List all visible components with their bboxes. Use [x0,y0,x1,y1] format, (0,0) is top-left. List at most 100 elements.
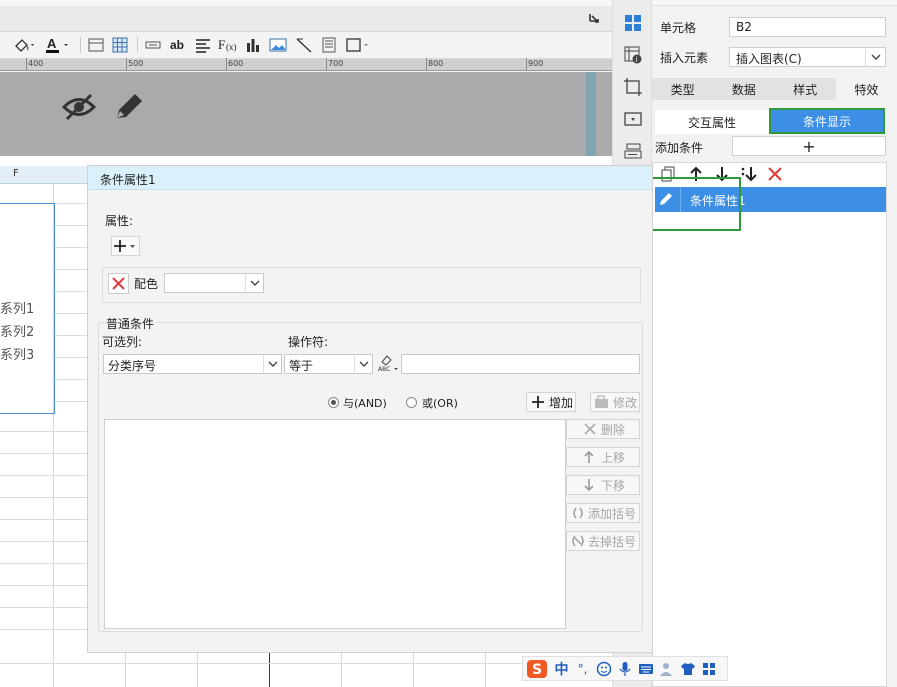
operator-select[interactable]: 等于 [284,354,373,374]
dialog-title-bar: 条件属性1 [88,166,652,190]
border-icon[interactable] [87,34,105,56]
close-icon [584,423,596,435]
ruler-tick: 500 [128,59,144,68]
tab-conditional-display[interactable]: 条件显示 [769,108,885,134]
cell-field[interactable]: B2 [729,17,886,37]
align-icon[interactable] [194,34,212,56]
frame-icon[interactable] [320,34,338,56]
remove-bracket-button[interactable]: 去掉括号 [566,531,640,551]
microphone-icon[interactable] [614,659,635,679]
table-icon[interactable] [111,34,129,56]
sogou-logo-icon[interactable]: S [523,659,551,679]
canvas-scrollbar[interactable] [586,72,596,156]
plus-icon [532,396,544,408]
svg-text:S: S [532,662,542,678]
remove-property-icon[interactable] [108,273,129,294]
condition-list [652,162,887,687]
add-button[interactable]: 增加 [526,392,576,412]
crop-icon[interactable] [622,76,644,98]
toolbox-grid-icon[interactable] [698,659,719,679]
chevron-down-icon[interactable] [245,274,263,292]
ruler: 400 500 600 700 800 900 [0,58,612,71]
move-down-button[interactable]: 下移 [566,475,640,495]
arrow-down-icon [584,479,594,492]
ime-language-toggle[interactable]: 中 [551,659,572,679]
normal-condition-label: 普通条件 [104,315,157,332]
add-bracket-button[interactable]: 添加括号 [566,503,640,523]
formula-icon[interactable]: F (x) [218,34,238,56]
svg-text:F: F [218,37,225,52]
emoji-icon[interactable] [593,659,614,679]
or-label: 或(OR) [422,397,458,410]
remove-bracket-icon [572,535,584,547]
collapse-icon[interactable] [588,12,600,24]
ime-toolbar: S 中 °, [522,656,728,681]
column-select-value: 分类序号 [108,359,157,373]
condition-list-box[interactable] [104,419,566,629]
menu-bar [0,6,612,32]
arrow-up-icon [584,450,594,463]
move-up-button[interactable]: 上移 [566,447,640,467]
pencil-icon[interactable] [113,92,145,122]
or-radio[interactable] [406,397,417,408]
ruler-tick: 400 [28,59,44,68]
column-select[interactable]: 分类序号 [103,354,282,374]
value-type-icon[interactable]: ABC [378,353,400,373]
chevron-down-icon[interactable] [865,48,885,66]
tab-style[interactable]: 样式 [775,78,836,100]
insert-element-label: 插入元素 [660,51,709,65]
bar-chart-icon[interactable] [244,34,262,56]
operator-label: 操作符: [288,335,329,349]
move-bottom-icon[interactable] [740,166,758,182]
chart-selection-box[interactable]: 系列1 系列2 系列3 [0,203,55,414]
ruler-tick: 900 [528,59,544,68]
column-header-label: F [13,168,19,179]
add-property-button[interactable] [111,236,140,256]
text-ab-icon[interactable]: ab [168,34,188,56]
cell-element-icon[interactable] [622,12,644,34]
tab-data[interactable]: 数据 [713,78,774,100]
series-label: 系列3 [0,348,35,363]
chevron-down-icon[interactable] [354,355,372,373]
insert-element-select[interactable]: 插入图表(C) [729,47,886,67]
color-select[interactable] [164,273,264,293]
tab-interactive-properties[interactable]: 交互属性 [655,110,769,134]
cell-label: 单元格 [660,21,697,35]
image-icon[interactable] [268,34,288,56]
tab-type[interactable]: 类型 [652,78,713,100]
paint-bucket-icon[interactable] [12,34,38,56]
font-color-icon[interactable]: A [44,34,72,56]
remove-bracket-button-label: 去掉括号 [588,534,637,549]
skin-shirt-icon[interactable] [677,659,698,679]
widget-icon[interactable] [622,108,644,130]
border-style-icon[interactable] [344,34,372,56]
column-header-F[interactable]: F [0,166,88,184]
delete-button[interactable]: 删除 [566,419,640,439]
modify-button-label: 修改 [613,395,638,410]
value-input[interactable] [401,354,640,374]
insert-element-value: 插入图表(C) [736,52,802,66]
slash-icon[interactable] [294,34,314,56]
merge-icon[interactable] [144,34,162,56]
delete-icon[interactable] [767,166,783,182]
add-condition-button[interactable]: + [732,136,886,156]
and-label: 与(AND) [343,397,387,410]
form-icon[interactable] [622,140,644,162]
dialog-title: 条件属性1 [100,173,156,187]
modify-button[interactable]: 修改 [590,392,640,412]
chevron-down-icon[interactable] [263,355,281,373]
ime-punctuation-toggle[interactable]: °, [572,659,593,679]
user-icon[interactable] [656,659,677,679]
delete-button-label: 删除 [601,422,626,437]
svg-text:i: i [636,56,638,64]
keyboard-icon[interactable] [635,659,656,679]
modify-icon [595,395,608,408]
svg-text:ab: ab [170,38,184,52]
move-down-button-label: 下移 [601,478,626,493]
eye-off-icon[interactable] [62,92,96,122]
cell-info-icon[interactable]: i [622,44,644,66]
and-radio[interactable] [328,397,339,408]
property-tabs: 类型 数据 样式 特效 [652,78,897,100]
series-label: 系列2 [0,325,35,340]
tab-effects[interactable]: 特效 [835,78,897,100]
